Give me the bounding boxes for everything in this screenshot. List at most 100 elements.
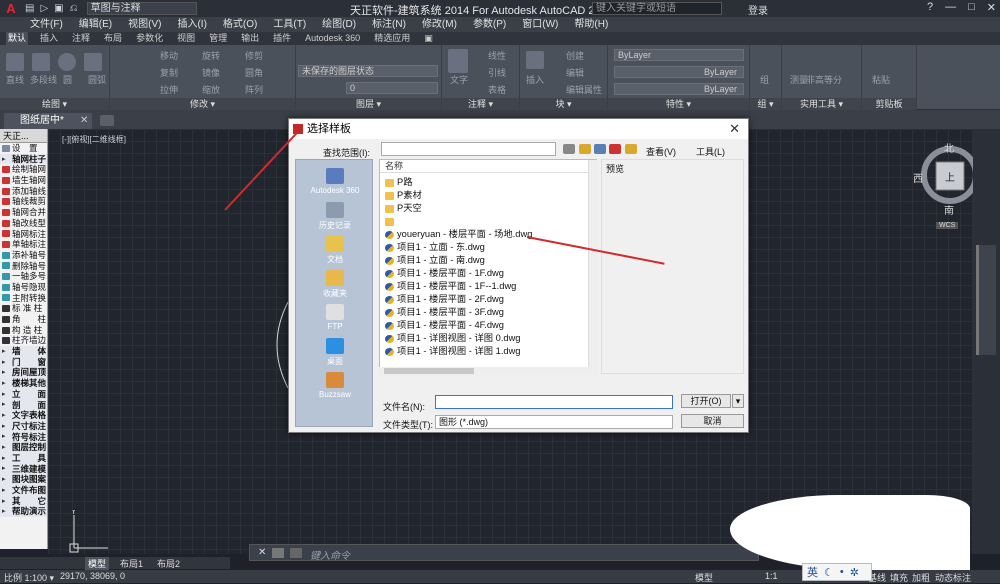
menu-view[interactable]: 视图(V) — [128, 17, 161, 32]
file-item[interactable]: youeryuan - 楼层平面 - 场地.dwg — [385, 228, 532, 241]
edit-attributes-button[interactable]: 编辑属性 — [566, 83, 602, 96]
sidebar-item[interactable]: 轴改线型 — [0, 218, 47, 229]
sidebar-item[interactable]: 轴线裁剪 — [0, 196, 47, 207]
folder-item[interactable] — [385, 215, 397, 228]
sidebar-item[interactable]: 添补轴号 — [0, 250, 47, 261]
block-panel-title[interactable]: 块 ▾ — [520, 98, 607, 110]
tab-parametric[interactable]: 参数化 — [134, 32, 165, 45]
menu-tools[interactable]: 工具(T) — [273, 17, 306, 32]
model-space-button[interactable]: 模型 — [695, 571, 713, 584]
login-button[interactable]: 登录 — [748, 2, 768, 17]
sidebar-item[interactable]: 删除轴号 — [0, 261, 47, 272]
menu-modify[interactable]: 修改(M) — [422, 17, 457, 32]
draw-panel-title[interactable]: 绘图 ▾ — [0, 98, 109, 110]
moon-icon[interactable]: ☾ — [824, 566, 834, 579]
scroll-thumb[interactable] — [976, 245, 996, 355]
tab-layout2[interactable]: 布局2 — [154, 557, 183, 570]
stretch-button[interactable]: 拉伸 — [160, 83, 178, 96]
file-item[interactable]: 项目1 - 楼层平面 - 1F.dwg — [385, 267, 504, 280]
sidebar-item[interactable]: ▸ 帮助演示 — [0, 506, 47, 518]
place-favorites[interactable]: 收藏夹 — [296, 270, 374, 299]
folder-item[interactable]: P天空 — [385, 202, 422, 215]
document-tab[interactable]: 图纸居中* — [4, 113, 92, 129]
sidebar-item[interactable]: ▸ 房间屋顶 — [0, 367, 47, 379]
trim-button[interactable]: 修剪 — [245, 49, 263, 62]
annotation-panel-title[interactable]: 注释 ▾ — [442, 98, 519, 110]
close-icon[interactable]: ✕ — [80, 113, 88, 129]
quick-access-open[interactable]: ▷ — [40, 3, 48, 14]
compass-south[interactable]: 南 — [944, 202, 954, 217]
file-item[interactable]: 项目1 - 楼层平面 - 3F.dwg — [385, 306, 504, 319]
menu-file[interactable]: 文件(F) — [30, 17, 63, 32]
linetype-dropdown[interactable]: ByLayer — [614, 66, 744, 78]
sidebar-item[interactable]: ▸ 文件布图 — [0, 485, 47, 496]
place-desktop[interactable]: 桌面 — [296, 338, 374, 367]
sidebar-item[interactable]: 角 柱 — [0, 314, 47, 325]
insert-icon[interactable] — [526, 51, 544, 69]
color-dropdown[interactable]: ByLayer — [614, 49, 744, 61]
wrench-icon[interactable] — [272, 548, 284, 558]
sidebar-item[interactable]: 标 准 柱 — [0, 303, 47, 314]
ime-toolbar[interactable]: 英 ☾ • ✲ — [802, 563, 872, 581]
cancel-button[interactable]: 取消 — [681, 414, 744, 428]
ime-language[interactable]: 英 — [807, 564, 818, 580]
folder-item[interactable]: P路 — [385, 176, 413, 189]
settings-gear-icon[interactable]: ✲ — [850, 566, 859, 579]
place-ftp[interactable]: FTP — [296, 304, 374, 331]
maximize-button[interactable]: □ — [968, 1, 975, 14]
line-icon[interactable] — [6, 53, 24, 71]
sidebar-item[interactable]: 构 造 柱 — [0, 325, 47, 336]
sidebar-item[interactable]: 一轴多号 — [0, 271, 47, 282]
wcs-menu[interactable]: WCS — [936, 222, 959, 229]
bold-toggle[interactable]: 加粗 — [912, 571, 930, 584]
place-history[interactable]: 历史记录 — [296, 202, 374, 231]
fill-toggle[interactable]: 填充 — [890, 571, 908, 584]
sidebar-item[interactable]: ▸ 墙 体 — [0, 346, 47, 357]
column-name-header[interactable]: 名称 — [380, 160, 596, 173]
file-item[interactable]: 项目1 - 立面 - 东.dwg — [385, 241, 485, 254]
delete-icon[interactable] — [609, 144, 621, 154]
menu-insert[interactable]: 插入(I) — [177, 17, 206, 32]
copy-button[interactable]: 复制 — [160, 66, 178, 79]
sidebar-item[interactable]: ▸ 图块图案 — [0, 474, 47, 485]
sidebar-item[interactable]: 轴网合并 — [0, 207, 47, 218]
place-documents[interactable]: 文档 — [296, 236, 374, 265]
clipboard-panel-title[interactable]: 剪贴板 — [862, 98, 916, 110]
paste-button[interactable]: 粘贴 — [872, 73, 890, 86]
utilities-panel-title[interactable]: 实用工具 ▾ — [782, 98, 861, 110]
sidebar-item[interactable]: 轴号隐现 — [0, 282, 47, 293]
view-menu[interactable]: 查看(V) — [646, 145, 676, 158]
lineweight-dropdown[interactable]: ByLayer — [614, 83, 744, 95]
annotation-scale[interactable]: 1:1 — [765, 571, 778, 581]
sidebar-item[interactable]: 主附转换 — [0, 293, 47, 304]
search-input[interactable]: 键入关键字或短语 — [592, 2, 722, 15]
command-close-icon[interactable]: ✕ — [258, 547, 266, 558]
tab-model[interactable]: 模型 — [85, 556, 110, 570]
menu-parameter[interactable]: 参数(P) — [473, 17, 506, 32]
layer-state-dropdown[interactable]: 未保存的图层状态 — [298, 65, 438, 77]
file-item[interactable]: 项目1 - 楼层平面 - 2F.dwg — [385, 293, 504, 306]
open-dropdown-button[interactable]: ▾ — [732, 394, 744, 408]
tab-manage[interactable]: 管理 — [207, 32, 229, 45]
sidebar-item[interactable]: 单轴标注 — [0, 239, 47, 250]
sidebar-item[interactable]: ▸ 轴网柱子 — [0, 153, 47, 165]
sidebar-item[interactable]: ▸ 三维建模 — [0, 463, 47, 475]
array-button[interactable]: 阵列 — [245, 83, 263, 96]
file-item[interactable]: 项目1 - 详图视图 - 详图 0.dwg — [385, 332, 520, 345]
tab-annotate[interactable]: 注释 — [70, 32, 92, 45]
sidebar-item[interactable]: ▸ 立 面 — [0, 388, 47, 400]
modify-panel-title[interactable]: 修改 ▾ — [110, 98, 295, 110]
compass-west[interactable]: 西 — [913, 170, 923, 185]
sidebar-item[interactable]: ▸ 楼梯其他 — [0, 378, 47, 389]
back-icon[interactable] — [563, 144, 575, 154]
open-button[interactable]: 打开(O) — [681, 394, 731, 408]
tab-insert[interactable]: 插入 — [38, 32, 60, 45]
workspace-dropdown[interactable]: 草图与注释 — [86, 2, 197, 15]
tab-layout1[interactable]: 布局1 — [117, 557, 146, 570]
menu-draw[interactable]: 绘图(D) — [322, 17, 356, 32]
quick-access-undo[interactable]: ⎌ — [70, 3, 78, 14]
quick-access-save[interactable]: ▣ — [54, 3, 63, 14]
tab-featured-apps[interactable]: 精选应用 — [372, 32, 412, 45]
tab-plugins[interactable]: 插件 — [271, 32, 293, 45]
minimize-button[interactable]: — — [945, 1, 956, 14]
